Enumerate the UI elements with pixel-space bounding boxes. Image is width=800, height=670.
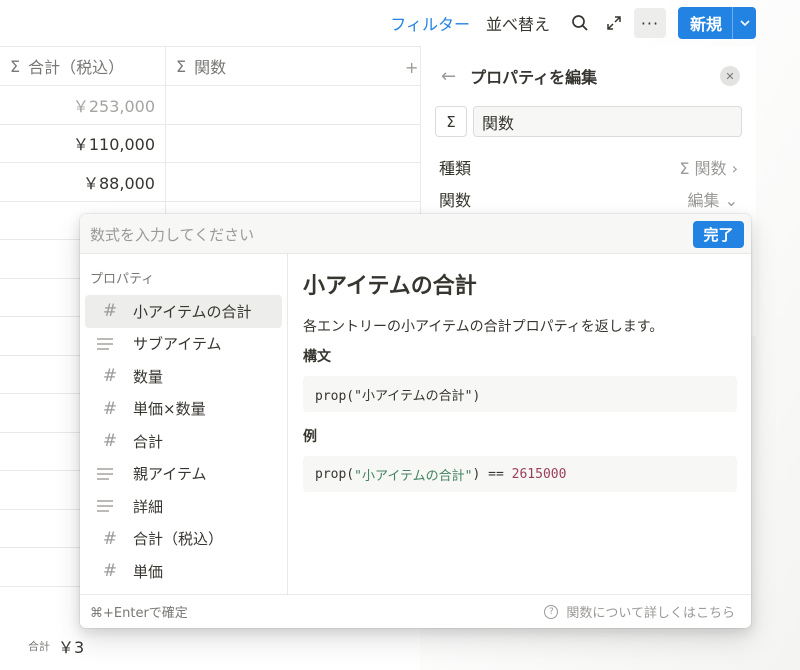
example-code: prop("小アイテムの合計") == 2615000 (303, 456, 737, 492)
property-item-label: サブアイテム (133, 335, 222, 354)
formula-row[interactable]: 関数 編集 ⌄ (421, 183, 756, 215)
property-item-label: 詳細 (133, 497, 164, 516)
sigma-icon: Σ (10, 56, 21, 76)
text-lines-icon (97, 337, 113, 350)
number-hash-icon: # (102, 366, 118, 387)
detail-description: 各エントリーの小アイテムの合計プロパティを返します。 (303, 319, 664, 335)
total-tax-cell[interactable]: ￥110,000 (0, 124, 166, 162)
formula-label: 関数 (439, 191, 472, 210)
table-row[interactable]: ￥253,000 (0, 86, 420, 125)
search-icon[interactable] (566, 9, 594, 37)
property-list-item[interactable]: # 合計（税込） (85, 523, 282, 556)
formula-edit-value[interactable]: 編集 ⌄ (688, 187, 739, 211)
top-toolbar: フィルター 並べ替え ··· 新規 (0, 0, 800, 46)
function-cell[interactable] (166, 125, 420, 163)
property-item-label: 単価 (133, 562, 164, 581)
chevron-down-icon[interactable] (732, 7, 756, 39)
number-hash-icon: # (102, 398, 118, 419)
popup-footer: ⌘+Enterで確定 ? 関数について詳しくはこちら (80, 594, 751, 628)
example-string: "小アイテムの合計" (354, 468, 473, 484)
filter-button[interactable]: フィルター (390, 11, 470, 35)
example-prefix: prop( (315, 466, 355, 482)
property-detail: 小アイテムの合計 各エントリーの小アイテムの合計プロパティを返します。 構文 p… (289, 254, 751, 594)
more-icon[interactable]: ··· (633, 8, 666, 38)
column-label: 関数 (194, 58, 227, 77)
function-cell[interactable] (166, 163, 420, 201)
property-list-item[interactable]: 詳細 (85, 490, 282, 523)
property-list-item[interactable]: # 合計 (85, 425, 282, 458)
column-header-function[interactable]: Σ 関数 (166, 47, 420, 85)
help-link[interactable]: ? 関数について詳しくはこちら (544, 602, 735, 621)
confirm-hint: ⌘+Enterで確定 (90, 606, 188, 621)
property-name-input[interactable]: 関数 (473, 106, 742, 137)
sigma-icon-button[interactable]: Σ (435, 106, 467, 137)
new-button-label[interactable]: 新規 (678, 7, 732, 39)
expand-icon[interactable] (600, 9, 628, 37)
property-name-row: Σ 関数 (421, 106, 756, 137)
property-type-label: 種類 (439, 159, 472, 178)
total-tax-cell[interactable]: ￥253,000 (0, 86, 166, 124)
panel-title: プロパティを編集 (470, 68, 598, 87)
footer-value: ￥3 (58, 638, 85, 657)
back-arrow-icon[interactable]: ← (441, 66, 456, 87)
property-items: # 小アイテムの合計 サブアイテム # 数量 # 単価×数量 # 合計親アイテム詳細 # 合計（税込… (80, 295, 287, 594)
detail-title: 小アイテムの合計 (303, 274, 477, 299)
table-row[interactable]: ￥110,000 (0, 124, 420, 163)
syntax-code: prop("小アイテムの合計") (303, 376, 737, 412)
example-heading: 例 (303, 429, 317, 445)
example-mid: ) == (472, 466, 512, 482)
formula-editor-popup: 完了 プロパティ #小アイテムの合計サブアイテム#数量#単価×数量#合計親アイテ… (80, 214, 751, 628)
text-lines-icon (97, 467, 113, 480)
number-hash-icon: # (102, 528, 118, 549)
property-item-label: 親アイテム (133, 465, 207, 484)
property-item-label: 合計 (133, 432, 164, 451)
total-tax-cell[interactable]: ￥88,000 (0, 163, 166, 201)
formula-input-bar: 完了 (80, 214, 751, 254)
number-hash-icon: # (102, 431, 118, 452)
formula-input[interactable] (90, 222, 670, 248)
property-item-label: 合計（税込） (133, 530, 224, 549)
table-header: Σ 合計（税込） Σ 関数 (0, 46, 420, 86)
help-text[interactable]: 関数について詳しくはこちら (566, 602, 735, 621)
property-section-title: プロパティ (90, 272, 155, 287)
property-list-item[interactable]: # 単価 (85, 555, 282, 588)
example-number: 2615000 (511, 466, 567, 482)
column-header-total-tax[interactable]: Σ 合計（税込） (0, 47, 166, 85)
property-list-item[interactable]: # 数量 (85, 360, 282, 393)
property-list-item[interactable]: # 単価×数量 (85, 393, 282, 426)
add-column-button[interactable]: + (405, 58, 418, 77)
table-row[interactable]: ￥88,000 (0, 163, 420, 202)
property-item-label: 小アイテムの合計 (133, 302, 252, 321)
property-list-item[interactable]: # 小アイテムの合計 (85, 295, 282, 328)
help-icon[interactable]: ? (544, 604, 559, 619)
property-type-row[interactable]: 種類 Σ 関数 › (421, 151, 756, 183)
new-button[interactable]: 新規 (677, 7, 756, 39)
text-lines-icon (97, 500, 113, 513)
function-cell[interactable] (166, 86, 420, 124)
property-type-value[interactable]: Σ 関数 › (679, 155, 738, 179)
done-button[interactable]: 完了 (693, 221, 744, 248)
property-list-item[interactable]: サブアイテム (85, 328, 282, 361)
footer-label: 合計 (28, 640, 50, 653)
number-hash-icon: # (102, 301, 118, 322)
sigma-icon: Σ (176, 56, 187, 76)
close-icon[interactable]: ✕ (720, 66, 740, 86)
sort-button[interactable]: 並べ替え (486, 11, 550, 35)
table-footer: 合計 ￥3 (0, 626, 166, 666)
column-label: 合計（税込） (28, 58, 125, 77)
property-list: プロパティ # 小アイテムの合計 サブアイテム # 数量 # 単価×数量 # 合計親アイテム詳細… (80, 254, 288, 594)
property-item-label: 数量 (133, 367, 164, 386)
number-hash-icon: # (102, 561, 118, 582)
panel-header: ← プロパティを編集 ✕ (421, 46, 756, 106)
property-list-item[interactable]: 親アイテム (85, 458, 282, 491)
property-item-label: 単価×数量 (133, 400, 206, 419)
syntax-heading: 構文 (303, 349, 331, 365)
